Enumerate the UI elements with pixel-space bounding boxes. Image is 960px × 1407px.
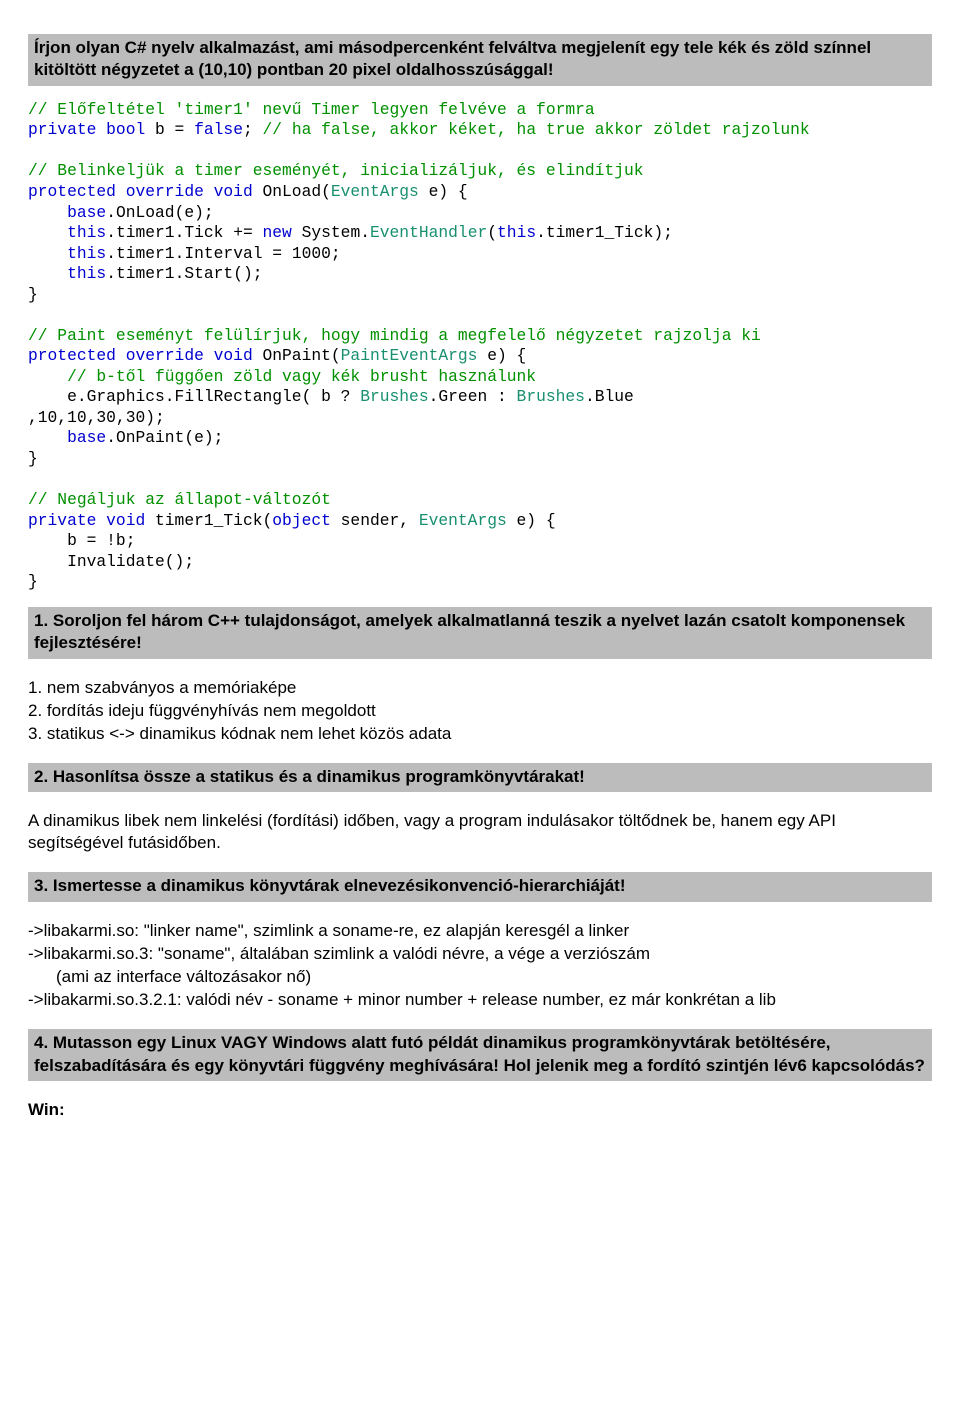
code-text: OnLoad( <box>253 182 331 201</box>
code-text: Invalidate(); <box>28 552 194 571</box>
code-comment: // Belinkeljük a timer eseményét, inicia… <box>28 161 644 180</box>
code-keyword: private bool <box>28 120 145 139</box>
answer-4-line-1: ->libakarmi.so: "linker name", szimlink … <box>28 920 932 942</box>
code-keyword: this <box>497 223 536 242</box>
code-text <box>28 428 67 447</box>
code-text <box>28 264 67 283</box>
code-comment: // b-től függően zöld vagy kék brusht ha… <box>28 367 536 386</box>
code-keyword: this <box>67 264 106 283</box>
question-1-title: Írjon olyan C# nyelv alkalmazást, ami má… <box>28 34 932 86</box>
code-keyword: base <box>67 203 106 222</box>
code-text: e) { <box>507 511 556 530</box>
answer-5: Win: <box>28 1099 932 1121</box>
code-text: } <box>28 572 38 591</box>
code-text: } <box>28 449 38 468</box>
code-text: .Green : <box>429 387 517 406</box>
code-comment: // Paint eseményt felülírjuk, hogy mindi… <box>28 326 761 345</box>
question-3-title: 2. Hasonlítsa össze a statikus és a dina… <box>28 763 932 792</box>
code-text <box>28 223 67 242</box>
code-comment: // Negáljuk az állapot-változót <box>28 490 331 509</box>
code-keyword: this <box>67 244 106 263</box>
code-keyword: protected override void <box>28 346 253 365</box>
code-text: timer1_Tick( <box>145 511 272 530</box>
code-text: e) { <box>419 182 468 201</box>
code-type: PaintEventArgs <box>341 346 478 365</box>
code-text: .timer1_Tick); <box>536 223 673 242</box>
code-keyword: object <box>272 511 331 530</box>
question-2-title: 1. Soroljon fel három C++ tulajdonságot,… <box>28 607 932 659</box>
code-keyword: base <box>67 428 106 447</box>
answer-4-line-3: (ami az interface változásakor nő) <box>28 966 932 988</box>
code-text <box>28 244 67 263</box>
code-text: .Blue <box>585 387 634 406</box>
code-text: .OnLoad(e); <box>106 203 213 222</box>
answer-4-line-2: ->libakarmi.so.3: "soname", általában sz… <box>28 943 932 965</box>
code-type: Brushes <box>360 387 428 406</box>
code-text: b = <box>145 120 194 139</box>
code-text: .timer1.Interval = 1000; <box>106 244 341 263</box>
code-block-1: // Előfeltétel 'timer1' nevű Timer legye… <box>28 100 932 593</box>
win-label: Win: <box>28 1100 65 1119</box>
answer-2-item-2: 2. fordítás ideju függvényhívás nem mego… <box>28 700 932 722</box>
code-text: } <box>28 285 38 304</box>
code-text: .timer1.Start(); <box>106 264 262 283</box>
code-text: b = !b; <box>28 531 135 550</box>
code-text: OnPaint( <box>253 346 341 365</box>
code-type: EventArgs <box>331 182 419 201</box>
code-type: EventHandler <box>370 223 487 242</box>
code-text: .OnPaint(e); <box>106 428 223 447</box>
code-text: ,10,10,30,30); <box>28 408 165 427</box>
answer-4: ->libakarmi.so: "linker name", szimlink … <box>28 920 932 1011</box>
code-keyword: private void <box>28 511 145 530</box>
code-keyword: this <box>67 223 106 242</box>
question-5-title: 4. Mutasson egy Linux VAGY Windows alatt… <box>28 1029 932 1081</box>
code-type: EventArgs <box>419 511 507 530</box>
answer-2-item-3: 3. statikus <-> dinamikus kódnak nem leh… <box>28 723 932 745</box>
code-comment: // ha false, akkor kéket, ha true akkor … <box>263 120 810 139</box>
answer-2: 1. nem szabványos a memóriaképe 2. fordí… <box>28 677 932 745</box>
code-comment: // Előfeltétel 'timer1' nevű Timer legye… <box>28 100 595 119</box>
answer-3: A dinamikus libek nem linkelési (fordítá… <box>28 810 932 854</box>
question-4-title: 3. Ismertesse a dinamikus könyvtárak eln… <box>28 872 932 901</box>
code-text: e.Graphics.FillRectangle( b ? <box>28 387 360 406</box>
code-text <box>28 203 67 222</box>
code-keyword: new <box>263 223 292 242</box>
code-type: Brushes <box>517 387 585 406</box>
answer-2-item-1: 1. nem szabványos a memóriaképe <box>28 677 932 699</box>
code-text: System. <box>292 223 370 242</box>
code-keyword: protected override void <box>28 182 253 201</box>
code-keyword: false <box>194 120 243 139</box>
code-text: .timer1.Tick += <box>106 223 262 242</box>
answer-4-line-4: ->libakarmi.so.3.2.1: valódi név - sonam… <box>28 989 932 1011</box>
code-text: ( <box>487 223 497 242</box>
code-text: sender, <box>331 511 419 530</box>
code-text: ; <box>243 120 263 139</box>
code-text: e) { <box>477 346 526 365</box>
